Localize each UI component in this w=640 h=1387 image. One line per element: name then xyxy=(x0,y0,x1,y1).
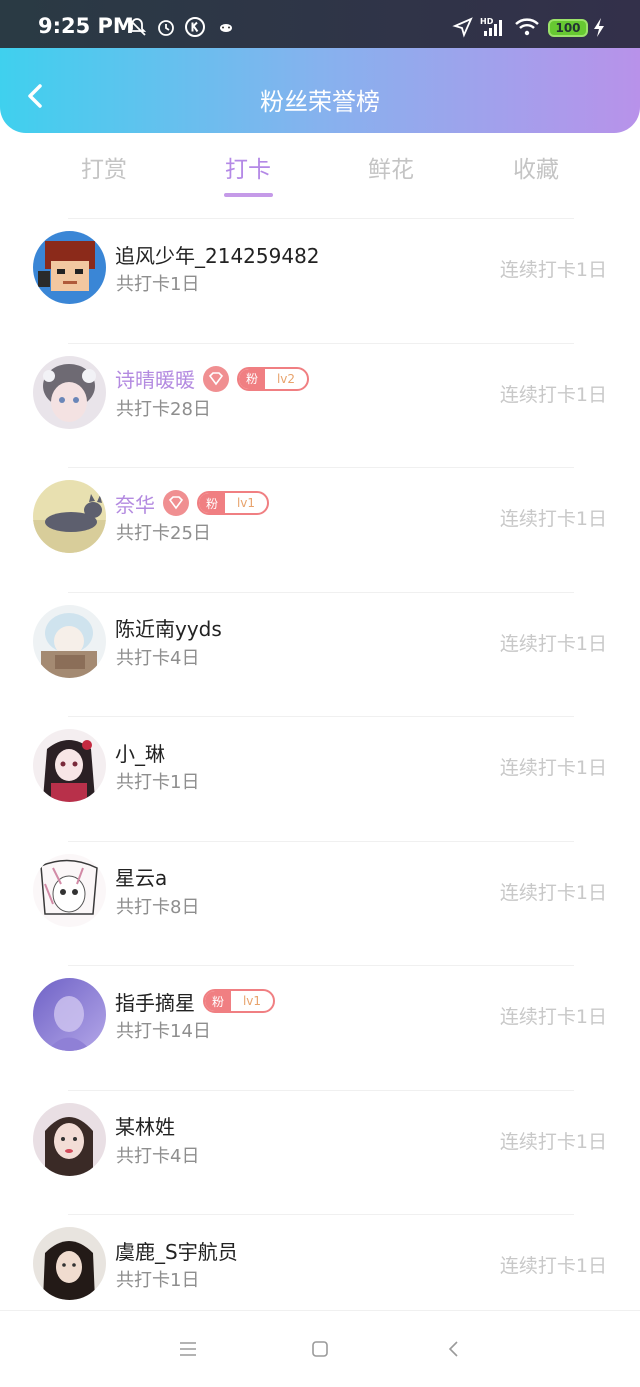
avatar[interactable] xyxy=(33,480,106,553)
user-name[interactable]: 星云a xyxy=(115,862,167,891)
menu-icon[interactable] xyxy=(176,1337,200,1361)
fan-level: lv1 xyxy=(236,496,256,510)
avatar[interactable] xyxy=(33,355,106,429)
streak-checkin: 连续打卡1日 xyxy=(499,1130,607,1153)
list-item[interactable]: 追风少年_214259482 共打卡1日 连续打卡1日 xyxy=(0,218,640,343)
fan-level-badge: 粉 lv1 xyxy=(203,989,275,1013)
user-name[interactable]: 小_琳 xyxy=(115,738,165,767)
streak-checkin: 连续打卡1日 xyxy=(499,757,607,779)
streak-checkin: 连续打卡1日 xyxy=(499,1006,607,1028)
status-time: 9:25 PM xyxy=(38,14,134,38)
fan-badge-label: 粉 xyxy=(205,991,231,1011)
battery-icon: 100 xyxy=(548,19,588,37)
diamond-icon xyxy=(163,490,189,516)
divider xyxy=(68,1089,574,1091)
avatar[interactable] xyxy=(33,231,106,304)
user-name[interactable]: 陈近南yyds xyxy=(115,613,222,642)
battery-level: 100 xyxy=(555,21,581,35)
system-nav-bar xyxy=(0,1310,640,1387)
total-checkin: 共打卡4日 xyxy=(116,1145,200,1167)
divider xyxy=(68,342,574,344)
fan-level: lv2 xyxy=(276,371,296,386)
avatar[interactable] xyxy=(33,978,106,1051)
list-item[interactable]: 某林姓 共打卡4日 连续打卡1日 xyxy=(0,1089,640,1215)
user-name[interactable]: 追风少年_214259482 xyxy=(115,240,320,269)
status-bar: 9:25 PM HD 100 xyxy=(0,0,640,48)
tab-flowers[interactable]: 鲜花 xyxy=(341,150,441,184)
tab-bar: 打赏 打卡 鲜花 收藏 xyxy=(0,140,640,202)
wifi-icon xyxy=(515,18,539,36)
user-name[interactable]: 指手摘星 xyxy=(115,987,195,1016)
divider xyxy=(68,591,574,593)
streak-checkin: 连续打卡1日 xyxy=(499,508,607,530)
charging-icon xyxy=(594,18,604,37)
tab-reward[interactable]: 打赏 xyxy=(54,150,154,184)
active-tab-indicator xyxy=(224,193,273,197)
user-name[interactable]: 奈华 xyxy=(115,489,155,518)
diamond-icon xyxy=(203,365,229,392)
divider xyxy=(68,218,574,219)
back-icon[interactable] xyxy=(442,1337,466,1361)
total-checkin: 共打卡1日 xyxy=(116,772,200,793)
divider xyxy=(68,467,574,468)
total-checkin: 共打卡14日 xyxy=(116,1021,211,1042)
streak-checkin: 连续打卡1日 xyxy=(499,383,607,406)
fan-badge-label: 粉 xyxy=(239,368,265,389)
divider xyxy=(68,965,574,966)
total-checkin: 共打卡4日 xyxy=(116,647,200,669)
user-name[interactable]: 某林姓 xyxy=(115,1111,175,1140)
signal-icon: HD xyxy=(480,17,502,36)
app-notification-icon xyxy=(220,24,232,32)
total-checkin: 共打卡25日 xyxy=(116,523,211,544)
user-name[interactable]: 虞鹿_S宇航员 xyxy=(115,1236,238,1265)
fan-list: 追风少年_214259482 共打卡1日 连续打卡1日 诗晴暖暖 粉 lv2 共… xyxy=(0,218,640,1339)
user-name[interactable]: 诗晴暖暖 xyxy=(115,364,195,393)
header-bar: 9:25 PM HD 100 粉丝荣誉榜 xyxy=(0,0,640,133)
fan-badge-label: 粉 xyxy=(199,493,225,513)
total-checkin: 共打卡8日 xyxy=(116,896,200,918)
list-item[interactable]: 诗晴暖暖 粉 lv2 共打卡28日 连续打卡1日 xyxy=(0,342,640,468)
streak-checkin: 连续打卡1日 xyxy=(499,1255,607,1277)
streak-checkin: 连续打卡1日 xyxy=(499,881,607,904)
divider xyxy=(68,1214,574,1215)
avatar[interactable] xyxy=(33,729,106,802)
total-checkin: 共打卡1日 xyxy=(116,1270,200,1291)
k-app-icon xyxy=(185,17,205,37)
list-item[interactable]: 小_琳 共打卡1日 连续打卡1日 xyxy=(0,716,640,841)
total-checkin: 共打卡1日 xyxy=(116,274,200,295)
fan-level: lv1 xyxy=(242,994,262,1008)
fan-level-badge: 粉 lv1 xyxy=(197,491,269,515)
list-item[interactable]: 星云a 共打卡8日 连续打卡1日 xyxy=(0,840,640,966)
fan-level-badge: 粉 lv2 xyxy=(237,366,309,391)
tab-checkin[interactable]: 打卡 xyxy=(198,150,298,184)
list-item[interactable]: 奈华 粉 lv1 共打卡25日 连续打卡1日 xyxy=(0,467,640,592)
total-checkin: 共打卡28日 xyxy=(116,398,211,420)
home-icon[interactable] xyxy=(308,1337,332,1361)
avatar[interactable] xyxy=(33,1102,106,1176)
list-item[interactable]: 指手摘星 粉 lv1 共打卡14日 连续打卡1日 xyxy=(0,965,640,1090)
avatar[interactable] xyxy=(33,604,106,678)
avatar[interactable] xyxy=(33,1227,106,1300)
divider xyxy=(68,840,574,842)
tab-favorites[interactable]: 收藏 xyxy=(486,150,586,184)
bell-muted-icon xyxy=(127,18,147,36)
avatar[interactable] xyxy=(33,853,106,927)
streak-checkin: 连续打卡1日 xyxy=(499,632,607,655)
alarm-icon xyxy=(158,20,174,36)
location-icon xyxy=(452,17,473,38)
divider xyxy=(68,716,574,717)
svg-text:HD: HD xyxy=(480,17,494,26)
page-title: 粉丝荣誉榜 xyxy=(260,88,380,116)
streak-checkin: 连续打卡1日 xyxy=(499,259,607,281)
list-item[interactable]: 陈近南yyds 共打卡4日 连续打卡1日 xyxy=(0,591,640,717)
